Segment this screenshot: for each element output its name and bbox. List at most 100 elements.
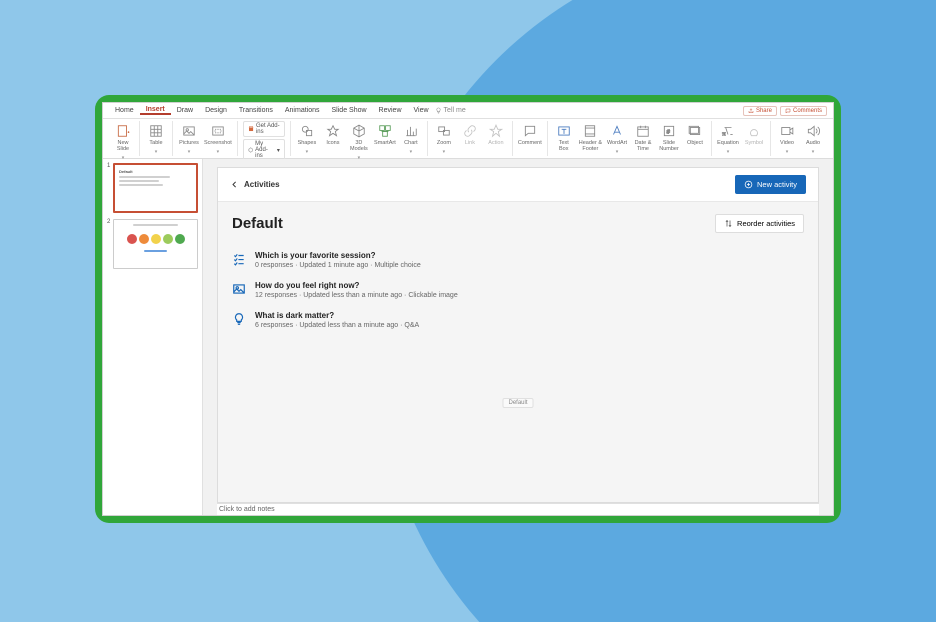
datetime-icon	[635, 123, 651, 139]
activity-item[interactable]: Which is your favorite session?0 respons…	[232, 245, 804, 275]
tab-home[interactable]: Home	[109, 107, 140, 114]
new-activity-button[interactable]: New activity	[735, 175, 806, 194]
face-icon	[163, 234, 173, 244]
icons-button[interactable]: Icons	[322, 121, 344, 147]
tell-me[interactable]: Tell me	[435, 107, 466, 114]
face-icon	[127, 234, 137, 244]
table-icon	[148, 123, 164, 139]
ribbon: New Slide▾ Table▾ Pictures▾ Screenshot▾	[103, 119, 833, 159]
icons-icon	[325, 123, 341, 139]
back-to-activities[interactable]: Activities	[230, 180, 280, 189]
multiple-choice-icon	[232, 252, 246, 266]
ribbon-comment-icon	[522, 123, 538, 139]
action-button[interactable]: Action	[485, 121, 507, 147]
tab-draw[interactable]: Draw	[171, 107, 199, 114]
share-icon	[748, 108, 754, 114]
video-button[interactable]: Video▾	[776, 121, 798, 155]
link-button[interactable]: Link	[459, 121, 481, 147]
comments-button[interactable]: Comments	[780, 106, 827, 116]
zoom-icon	[436, 123, 452, 139]
slide-canvas: Activities New activity Default Reorder …	[217, 167, 819, 503]
tab-slideshow[interactable]: Slide Show	[326, 107, 373, 114]
equation-icon: π	[720, 123, 736, 139]
smartart-icon	[377, 123, 393, 139]
plus-circle-icon	[744, 180, 753, 189]
bulb-icon	[435, 107, 442, 114]
textbox-icon	[556, 123, 572, 139]
activity-list: Which is your favorite session?0 respons…	[218, 245, 818, 335]
header-footer-button[interactable]: Header & Footer	[579, 121, 602, 153]
zoom-button[interactable]: Zoom▾	[433, 121, 455, 155]
shapes-button[interactable]: Shapes▾	[296, 121, 318, 155]
face-icon	[151, 234, 161, 244]
pictures-button[interactable]: Pictures▾	[178, 121, 200, 155]
new-slide-button[interactable]: New Slide▾	[112, 121, 134, 161]
screenshot-button[interactable]: Screenshot▾	[204, 121, 232, 155]
workspace: 1 Default 2	[103, 159, 833, 515]
slide-thumbnail-2[interactable]	[113, 219, 198, 269]
new-slide-icon	[115, 123, 131, 139]
shapes-icon	[299, 123, 315, 139]
slide-thumbnail-1[interactable]: Default	[113, 163, 198, 213]
section-header: Default Reorder activities	[218, 202, 818, 245]
svg-text:#: #	[667, 129, 671, 135]
tab-animations[interactable]: Animations	[279, 107, 326, 114]
action-icon	[488, 123, 504, 139]
textbox-button[interactable]: Text Box	[553, 121, 575, 153]
object-button[interactable]: Object	[684, 121, 706, 147]
object-icon	[687, 123, 703, 139]
link-icon	[462, 123, 478, 139]
screenshot-icon	[210, 123, 226, 139]
slide-thumbnail-panel: 1 Default 2	[103, 159, 203, 515]
menu-bar: Home Insert Draw Design Transitions Anim…	[103, 103, 833, 119]
face-icon	[175, 234, 185, 244]
date-time-button[interactable]: Date & Time	[632, 121, 654, 153]
reorder-activities-button[interactable]: Reorder activities	[715, 214, 804, 233]
my-addins-button[interactable]: My Add-ins ▾	[243, 139, 285, 161]
smartart-button[interactable]: SmartArt	[374, 121, 396, 147]
device-frame: Home Insert Draw Design Transitions Anim…	[95, 95, 841, 523]
puzzle-icon	[248, 146, 253, 154]
tab-design[interactable]: Design	[199, 107, 233, 114]
tab-insert[interactable]: Insert	[140, 106, 171, 115]
chart-button[interactable]: Chart▾	[400, 121, 422, 155]
header-footer-icon	[582, 123, 598, 139]
audio-button[interactable]: Audio▾	[802, 121, 824, 155]
face-icon	[139, 234, 149, 244]
thumb-number: 1	[107, 163, 111, 213]
slide-number-button[interactable]: #Slide Number	[658, 121, 680, 153]
symbol-button[interactable]: Symbol	[743, 121, 765, 147]
table-button[interactable]: Table▾	[145, 121, 167, 155]
activity-item[interactable]: How do you feel right now?12 responses ·…	[232, 275, 804, 305]
equation-button[interactable]: πEquation▾	[717, 121, 739, 155]
slidenum-icon: #	[661, 123, 677, 139]
activity-item[interactable]: What is dark matter?6 responses · Update…	[232, 305, 804, 335]
pictures-icon	[181, 123, 197, 139]
tab-transitions[interactable]: Transitions	[233, 107, 279, 114]
section-title: Default	[232, 215, 283, 232]
powerpoint-window: Home Insert Draw Design Transitions Anim…	[102, 102, 834, 516]
audio-icon	[805, 123, 821, 139]
comment-icon	[785, 108, 791, 114]
slide-area: Activities New activity Default Reorder …	[203, 159, 833, 515]
tab-view[interactable]: View	[408, 107, 435, 114]
symbol-icon	[746, 123, 762, 139]
thumb-number: 2	[107, 219, 111, 269]
tab-review[interactable]: Review	[373, 107, 408, 114]
svg-text:π: π	[722, 132, 726, 138]
comment-button[interactable]: Comment	[518, 121, 542, 147]
share-button[interactable]: Share	[743, 106, 777, 116]
cube-icon	[351, 123, 367, 139]
3d-models-button[interactable]: 3D Models▾	[348, 121, 370, 161]
qa-icon	[232, 312, 246, 326]
chevron-left-icon	[230, 180, 239, 189]
video-icon	[779, 123, 795, 139]
store-icon	[248, 125, 254, 133]
wordart-button[interactable]: WordArt▾	[606, 121, 628, 155]
get-addins-button[interactable]: Get Add-ins	[243, 121, 285, 137]
tooltip-tag: Default	[502, 398, 533, 408]
panel-topbar: Activities New activity	[218, 168, 818, 202]
reorder-icon	[724, 219, 733, 228]
image-icon	[232, 282, 246, 296]
notes-pane[interactable]: Click to add notes	[217, 503, 819, 515]
